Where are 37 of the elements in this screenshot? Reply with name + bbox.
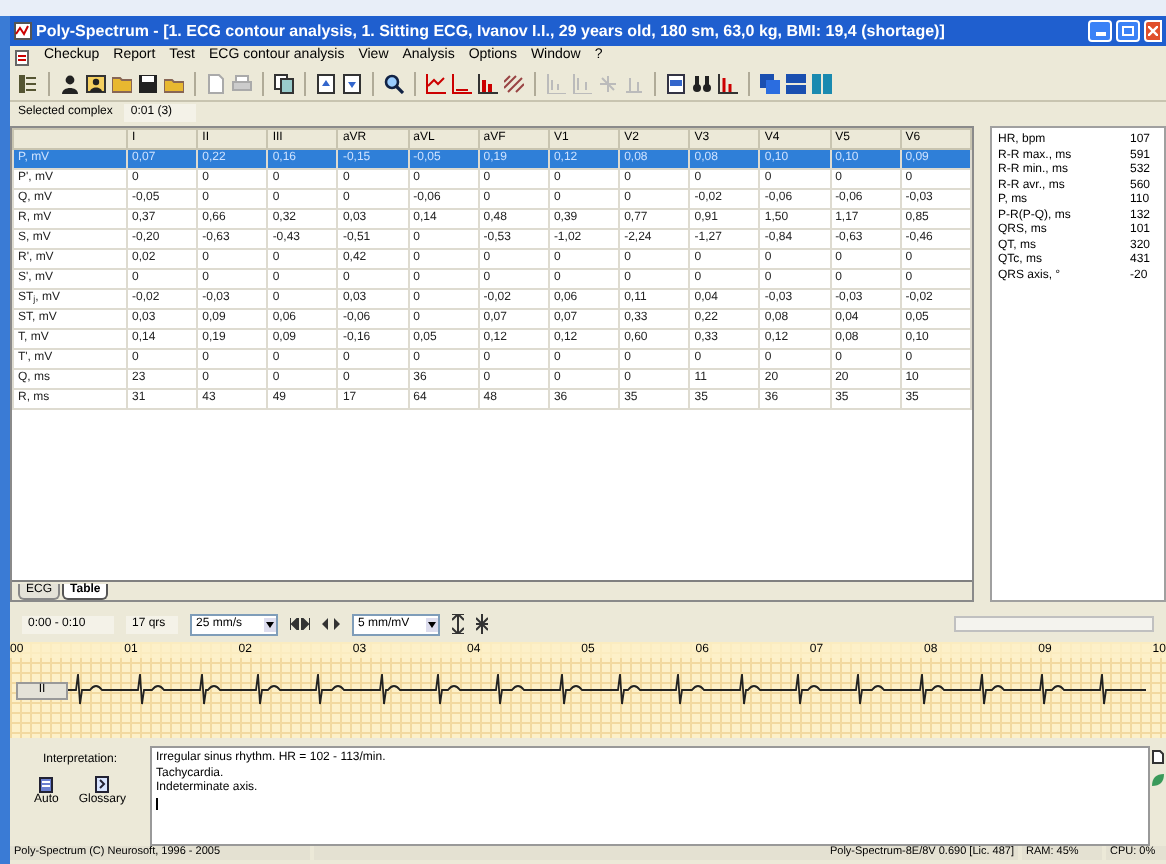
- window-title: Poly-Spectrum - [1. ECG contour analysis, 1. Sitting ECG, Ivanov I.I., 29 years old, 180 sm, 63,0 kg, BMI: 19,4 (shortage)]: [36, 19, 947, 43]
- page-up-icon[interactable]: [316, 74, 336, 94]
- app-icon: [14, 22, 32, 40]
- tile-horizontal-icon[interactable]: [786, 74, 806, 94]
- tree-icon[interactable]: [18, 74, 38, 94]
- page-down-icon[interactable]: [342, 74, 362, 94]
- collapse-icon[interactable]: [290, 618, 310, 630]
- text-cursor: [156, 797, 158, 809]
- document-icon[interactable]: [666, 74, 686, 94]
- caret-icon: [428, 621, 436, 627]
- leaf-icon[interactable]: [1152, 774, 1164, 786]
- bar-chart-icon[interactable]: [478, 74, 498, 94]
- minimize-button[interactable]: [1088, 20, 1112, 42]
- close-icon: [1148, 26, 1158, 36]
- magnifier-icon[interactable]: [384, 74, 404, 94]
- person-card-icon[interactable]: [86, 74, 106, 94]
- list-icon: [38, 776, 55, 794]
- caret-icon: [266, 621, 274, 627]
- expand-icon[interactable]: [322, 618, 340, 630]
- binoculars-icon[interactable]: [692, 74, 712, 94]
- folder-icon[interactable]: [112, 74, 132, 94]
- vertical-stretch-icon[interactable]: [452, 614, 464, 634]
- cascade-windows-icon[interactable]: [760, 74, 780, 94]
- tile-vertical-icon[interactable]: [812, 74, 832, 94]
- folder-icon[interactable]: [164, 74, 184, 94]
- book-icon: [94, 776, 111, 794]
- line-chart-icon[interactable]: [426, 74, 446, 94]
- close-button[interactable]: [1144, 20, 1162, 42]
- histogram-icon[interactable]: [718, 74, 738, 94]
- person-icon[interactable]: [60, 74, 80, 94]
- horizontal-scrollbar[interactable]: [954, 616, 1154, 632]
- save-icon[interactable]: [138, 74, 158, 94]
- document-icon: [14, 49, 30, 65]
- copy-icon[interactable]: [274, 74, 294, 94]
- waves-icon[interactable]: [504, 74, 524, 94]
- restore-button[interactable]: [1116, 20, 1140, 42]
- axis-chart-icon[interactable]: [452, 74, 472, 94]
